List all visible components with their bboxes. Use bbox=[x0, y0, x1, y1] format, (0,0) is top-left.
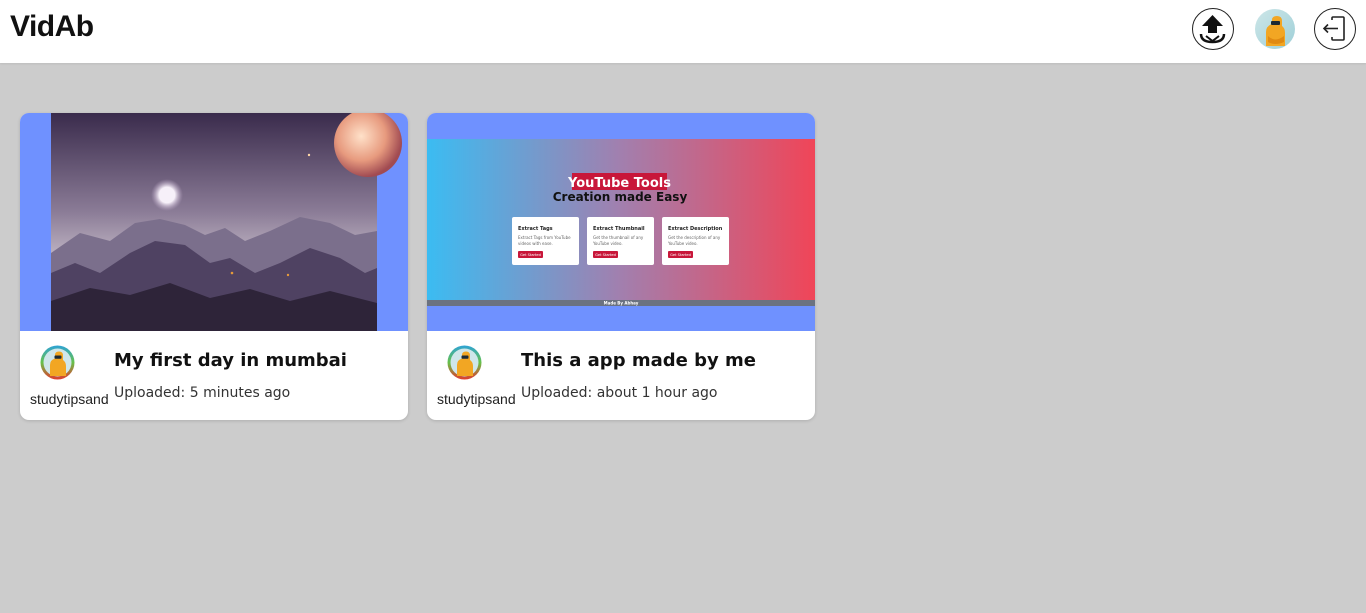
video-card[interactable]: YouTube Tools Creation made Easy Extract… bbox=[427, 113, 815, 420]
channel-avatar[interactable] bbox=[40, 345, 75, 380]
upload-icon bbox=[1199, 15, 1226, 44]
svg-text:Get Started: Get Started bbox=[520, 253, 541, 257]
svg-text:Get the description of any: Get the description of any bbox=[668, 235, 721, 240]
thumb-feature-card: Extract Tags Extract Tags from YouTube v… bbox=[512, 217, 579, 265]
channel-avatar[interactable] bbox=[447, 345, 482, 380]
upload-time: Uploaded: 5 minutes ago bbox=[114, 385, 291, 401]
logout-button[interactable] bbox=[1314, 8, 1356, 50]
svg-text:Get Started: Get Started bbox=[670, 253, 691, 257]
profile-avatar-button[interactable] bbox=[1254, 8, 1296, 50]
thumb-feature-card: Extract Thumbnail Get the thumbnail of a… bbox=[587, 217, 654, 265]
avatar bbox=[1255, 9, 1295, 49]
svg-text:YouTube video.: YouTube video. bbox=[592, 241, 623, 246]
upload-button[interactable] bbox=[1192, 8, 1234, 50]
svg-text:Get Started: Get Started bbox=[595, 253, 616, 257]
channel-name[interactable]: studytipsand bbox=[437, 391, 520, 407]
thumb-footer: Made By Abhay bbox=[604, 301, 639, 306]
video-thumbnail[interactable]: YouTube Tools Creation made Easy Extract… bbox=[427, 113, 815, 331]
avatar bbox=[447, 345, 482, 380]
thumb-subheading: Creation made Easy bbox=[553, 190, 688, 204]
thumb-feature-card: Extract Description Get the description … bbox=[662, 217, 729, 265]
svg-text:Extract Tags from YouTube: Extract Tags from YouTube bbox=[518, 235, 571, 240]
svg-text:YouTube video.: YouTube video. bbox=[667, 241, 698, 246]
alien-landscape-image bbox=[51, 113, 402, 331]
svg-text:Extract Tags: Extract Tags bbox=[518, 226, 553, 232]
top-bar: VidAb bbox=[0, 0, 1366, 63]
svg-text:videos with ease.: videos with ease. bbox=[518, 241, 553, 246]
app-logo[interactable]: VidAb bbox=[10, 10, 94, 44]
video-title[interactable]: This a app made by me bbox=[521, 350, 756, 371]
video-thumbnail[interactable] bbox=[20, 113, 408, 331]
svg-text:Extract Thumbnail: Extract Thumbnail bbox=[593, 226, 645, 232]
video-card[interactable]: studytipsand My first day in mumbai Uplo… bbox=[20, 113, 408, 420]
logout-icon bbox=[1322, 16, 1345, 41]
video-title[interactable]: My first day in mumbai bbox=[114, 350, 347, 371]
svg-text:Get the thumbnail of any: Get the thumbnail of any bbox=[593, 235, 644, 240]
youtube-tools-screenshot: YouTube Tools Creation made Easy Extract… bbox=[427, 139, 815, 306]
thumb-heading: YouTube Tools bbox=[567, 176, 671, 191]
channel-name[interactable]: studytipsand bbox=[30, 391, 113, 407]
svg-text:Extract Description: Extract Description bbox=[668, 226, 723, 232]
upload-time: Uploaded: about 1 hour ago bbox=[521, 385, 718, 401]
avatar bbox=[40, 345, 75, 380]
